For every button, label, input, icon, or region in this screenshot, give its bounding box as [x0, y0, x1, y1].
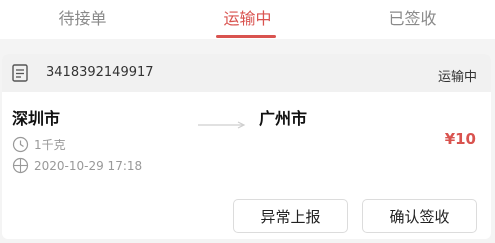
order-datetime: 2020-10-29 17:18 [34, 158, 143, 173]
tab-bar: 待接单 运输中 已签收 [0, 0, 495, 39]
order-card[interactable]: 3418392149917 运输中 深圳市 广州市 ¥10 1千克 2020-1… [2, 54, 491, 239]
order-card-header: 3418392149917 运输中 [2, 54, 491, 92]
report-exception-button[interactable]: 异常上报 [233, 199, 348, 233]
order-number: 3418392149917 [46, 65, 154, 80]
destination-city: 广州市 [259, 109, 308, 128]
order-price: ¥10 [444, 130, 476, 148]
order-status: 运输中 [437, 70, 477, 85]
calendar-clock-icon [12, 157, 29, 174]
weight-value: 1千克 [34, 138, 66, 152]
time-row: 2020-10-29 17:18 [12, 157, 142, 174]
tab-signed[interactable]: 已签收 [330, 0, 495, 39]
route-arrow-icon [198, 114, 246, 129]
weight-row: 1千克 [12, 136, 66, 153]
tab-pending[interactable]: 待接单 [0, 0, 165, 39]
active-tab-indicator [216, 35, 276, 38]
origin-city: 深圳市 [12, 109, 61, 128]
document-icon [12, 64, 28, 82]
clock-icon [12, 136, 29, 153]
tab-in-transit[interactable]: 运输中 [165, 0, 330, 39]
confirm-receipt-button[interactable]: 确认签收 [362, 199, 477, 233]
